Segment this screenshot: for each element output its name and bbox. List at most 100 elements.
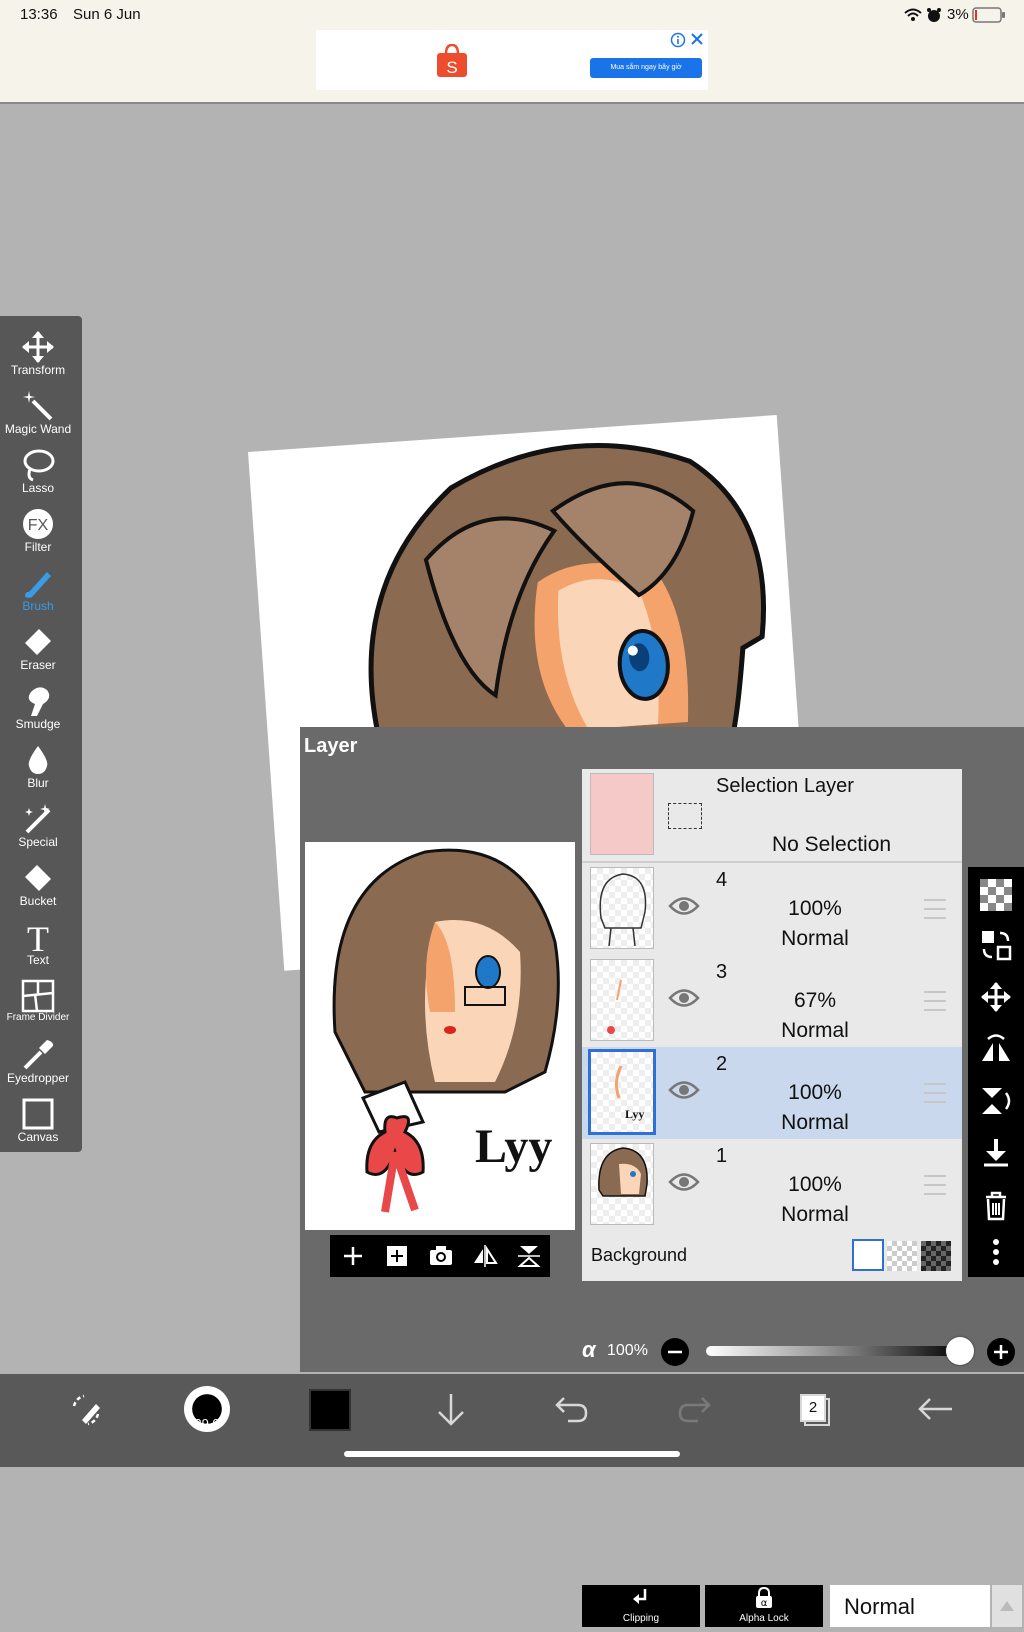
layer-row[interactable]: 3 67% Normal [582, 955, 962, 1049]
tool-special[interactable]: Special [0, 794, 76, 853]
layer-window: Layer Lyy Selection Layer No Selection 4… [300, 727, 1024, 1627]
layer-row[interactable]: 4 100% Normal [582, 863, 962, 957]
layers-button[interactable]: 2 [798, 1392, 834, 1428]
bucket-icon [25, 865, 51, 891]
selection-marquee-icon [668, 803, 702, 829]
tool-text[interactable]: T Text [0, 912, 76, 971]
flip-vertical-icon[interactable] [516, 1243, 542, 1269]
tool-eraser[interactable]: Eraser [0, 617, 76, 676]
triangle-up-icon [1000, 1601, 1014, 1611]
blend-mode-toggle[interactable] [992, 1585, 1022, 1627]
clipping-button[interactable]: Clipping [582, 1585, 700, 1627]
swap-layers-icon[interactable] [980, 929, 1012, 961]
opacity-slider-thumb[interactable] [946, 1337, 974, 1365]
visibility-eye-icon[interactable] [668, 1079, 700, 1106]
background-row[interactable]: Background [582, 1231, 962, 1281]
opacity-value: 100% [607, 1342, 648, 1359]
brush-icon [25, 572, 51, 598]
flip-layer-horizontal-icon[interactable] [980, 1033, 1012, 1065]
preview-signature: Lyy [475, 1120, 552, 1173]
opacity-plus-button[interactable] [986, 1337, 1016, 1372]
tool-label: Lasso [21, 481, 55, 495]
background-transparent-swatch[interactable] [887, 1241, 917, 1271]
tool-frame-divider[interactable]: Frame Divider [0, 971, 76, 1030]
tool-brush[interactable]: Brush [0, 558, 76, 617]
tool-eyedropper[interactable]: Eyedropper [0, 1030, 76, 1089]
camera-icon[interactable] [428, 1243, 454, 1269]
tool-blur[interactable]: Blur [0, 735, 76, 794]
layer-opacity: 100% [788, 897, 842, 920]
visibility-eye-icon[interactable] [668, 1171, 700, 1198]
tool-panel: Transform Magic Wand Lasso FX Filter Bru… [0, 316, 82, 1152]
svg-text:T: T [27, 920, 49, 954]
selection-layer-name: Selection Layer [716, 775, 854, 797]
tool-magic-wand[interactable]: Magic Wand [0, 381, 76, 440]
brush-size-button[interactable]: 29.0 [184, 1386, 230, 1432]
layer-number: 1 [716, 1145, 728, 1167]
blend-mode-select[interactable]: Normal [830, 1585, 990, 1627]
background-dark-swatch[interactable] [921, 1241, 951, 1271]
flip-horizontal-icon[interactable] [472, 1243, 498, 1269]
selection-tools-icon[interactable] [68, 1392, 104, 1433]
fx-icon: FX [23, 509, 53, 539]
status-time: 13:36 [20, 6, 58, 23]
eyedropper-icon [23, 1040, 54, 1070]
layer-count: 2 [808, 1399, 818, 1416]
down-arrow-icon[interactable] [434, 1392, 468, 1433]
tool-label: Eraser [20, 658, 56, 672]
add-layer-box-icon[interactable] [384, 1243, 410, 1269]
selection-layer-row[interactable]: Selection Layer No Selection [582, 769, 962, 863]
ad-cta-button[interactable]: Mua sắm ngay bây giờ [590, 58, 702, 78]
more-options-icon[interactable] [980, 1237, 1012, 1269]
tool-transform[interactable]: Transform [0, 322, 76, 381]
layer-opacity: 100% [788, 1173, 842, 1196]
opacity-slider-track[interactable] [706, 1346, 964, 1356]
merge-down-icon[interactable] [980, 1137, 1012, 1169]
plus-icon [987, 1338, 1015, 1366]
layer-preview-toolbar [330, 1235, 550, 1277]
layer-row-selected[interactable]: Lyy 2 100% Normal [582, 1047, 962, 1141]
current-color-swatch[interactable] [309, 1389, 351, 1431]
back-arrow-icon[interactable] [916, 1394, 954, 1429]
tool-label: Special [18, 835, 58, 849]
delete-layer-icon[interactable] [980, 1189, 1012, 1221]
undo-icon[interactable] [554, 1394, 590, 1429]
background-white-swatch[interactable] [852, 1239, 884, 1271]
layer-number: 4 [716, 869, 728, 891]
opacity-minus-button[interactable] [660, 1337, 690, 1372]
drag-handle-icon[interactable] [924, 991, 946, 1011]
tool-label: Magic Wand [4, 422, 72, 436]
tool-smudge[interactable]: Smudge [0, 676, 76, 735]
ad-banner[interactable]: S Mua sắm ngay bây giờ [316, 30, 708, 90]
tool-label: Eyedropper [6, 1071, 70, 1085]
tool-bucket[interactable]: Bucket [0, 853, 76, 912]
flip-layer-vertical-icon[interactable] [980, 1085, 1012, 1117]
visibility-eye-icon[interactable] [668, 895, 700, 922]
ad-info-icon[interactable] [670, 32, 686, 53]
layer-blend-mode: Normal [781, 927, 849, 950]
alpha-lock-button[interactable]: α Alpha Lock [705, 1585, 823, 1627]
tool-canvas[interactable]: Canvas [0, 1089, 76, 1148]
visibility-eye-icon[interactable] [668, 987, 700, 1014]
transparency-checker-icon[interactable] [980, 879, 1012, 911]
background-label: Background [591, 1245, 688, 1265]
layer-row[interactable]: 1 100% Normal [582, 1139, 962, 1233]
alpha-symbol: α [582, 1337, 596, 1362]
drag-handle-icon[interactable] [924, 899, 946, 919]
blend-mode-value: Normal [844, 1594, 915, 1619]
drag-handle-icon[interactable] [924, 1175, 946, 1195]
tool-label: Filter [24, 540, 52, 554]
home-indicator [344, 1451, 680, 1457]
move-layer-icon[interactable] [980, 981, 1012, 1013]
redo-icon[interactable] [676, 1394, 712, 1429]
thumbnail-signature: Lyy [625, 1107, 644, 1121]
tool-filter[interactable]: FX Filter [0, 499, 76, 558]
battery-icon [972, 7, 1006, 28]
drag-handle-icon[interactable] [924, 1083, 946, 1103]
status-date: Sun 6 Jun [73, 6, 141, 23]
tool-lasso[interactable]: Lasso [0, 440, 76, 499]
add-layer-icon[interactable] [340, 1243, 366, 1269]
layer-opacity: 100% [788, 1081, 842, 1104]
layer-thumbnail [590, 867, 654, 949]
ad-close-icon[interactable] [690, 32, 704, 51]
